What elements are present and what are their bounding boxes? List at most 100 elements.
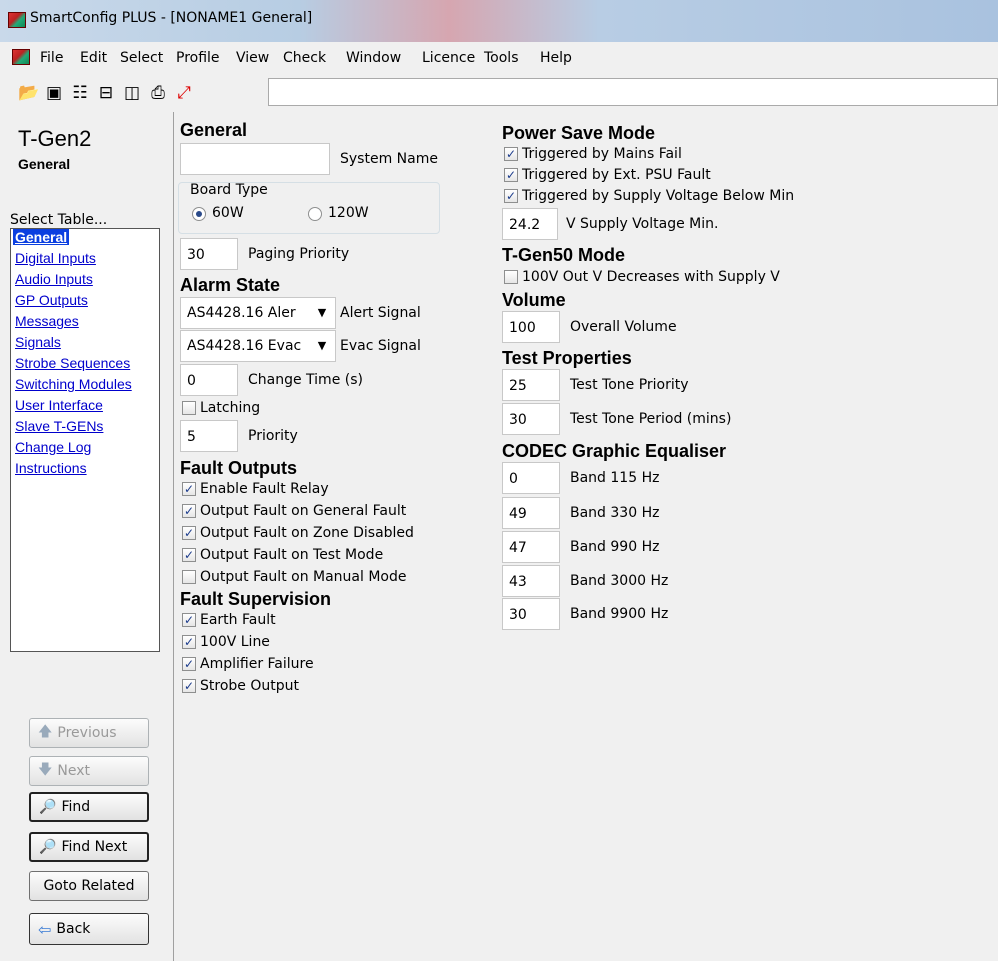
- menu-bar: File Edit Select Profile View Check Wind…: [0, 42, 998, 72]
- tgen50-checkbox[interactable]: [504, 270, 518, 284]
- menu-select[interactable]: Select: [120, 50, 163, 66]
- strobe-output-label: Strobe Output: [200, 678, 299, 694]
- goto-related-label: Goto Related: [43, 878, 135, 894]
- nav-user-interface[interactable]: User Interface: [15, 397, 103, 413]
- find-button[interactable]: 🔎 Find: [29, 792, 149, 822]
- band-9900-input[interactable]: 30: [502, 598, 560, 630]
- dropdown-arrow-icon: ▼: [309, 298, 335, 328]
- nav-slave-tgens[interactable]: Slave T-GENs: [15, 418, 103, 434]
- nav-general[interactable]: General: [13, 229, 70, 245]
- band-330-input[interactable]: 49: [502, 497, 560, 529]
- strobe-output-checkbox[interactable]: ✓: [182, 679, 196, 693]
- latching-checkbox[interactable]: [182, 401, 196, 415]
- tone-period-input[interactable]: 30: [502, 403, 560, 435]
- menu-tools[interactable]: Tools: [484, 50, 519, 66]
- resize-arrow-icon[interactable]: ⤢: [174, 84, 194, 102]
- previous-label: Previous: [57, 725, 117, 741]
- evac-signal-label: Evac Signal: [340, 338, 421, 354]
- fault-test-mode-label: Output Fault on Test Mode: [200, 547, 384, 563]
- radio-120w-label: 120W: [328, 205, 369, 221]
- fault-manual-mode-checkbox[interactable]: [182, 570, 196, 584]
- earth-fault-checkbox[interactable]: ✓: [182, 613, 196, 627]
- supply-voltage-checkbox[interactable]: ✓: [504, 189, 518, 203]
- enable-fault-relay-checkbox[interactable]: ✓: [182, 482, 196, 496]
- evac-signal-value: AS4428.16 Evac: [187, 338, 302, 354]
- find-next-button[interactable]: 🔎 Find Next: [29, 832, 149, 862]
- system-name-input[interactable]: [180, 143, 330, 175]
- back-button[interactable]: ⇦ Back: [29, 913, 149, 945]
- band-115-label: Band 115 Hz: [570, 470, 660, 486]
- fault-general-checkbox[interactable]: ✓: [182, 504, 196, 518]
- priority-label: Priority: [248, 428, 298, 444]
- band-990-label: Band 990 Hz: [570, 539, 660, 555]
- paging-priority-label: Paging Priority: [248, 246, 350, 262]
- radio-120w[interactable]: [308, 207, 322, 221]
- tone-period-label: Test Tone Period (mins): [570, 411, 732, 427]
- nav-messages[interactable]: Messages: [15, 313, 79, 329]
- nav-gp-outputs[interactable]: GP Outputs: [15, 292, 88, 308]
- supply-min-input[interactable]: 24.2: [502, 208, 558, 240]
- paging-priority-input[interactable]: 30: [180, 238, 238, 270]
- change-time-label: Change Time (s): [248, 372, 363, 388]
- dropdown-arrow-icon: ▼: [309, 331, 335, 361]
- mains-fail-checkbox[interactable]: ✓: [504, 147, 518, 161]
- band-3000-input[interactable]: 43: [502, 565, 560, 597]
- nav-switching-modules[interactable]: Switching Modules: [15, 376, 132, 392]
- fault-test-mode-checkbox[interactable]: ✓: [182, 548, 196, 562]
- previous-button[interactable]: 🡅 Previous: [29, 718, 149, 748]
- tile-horizontal-icon[interactable]: ⊟: [96, 84, 116, 102]
- band-990-input[interactable]: 47: [502, 531, 560, 563]
- overall-volume-label: Overall Volume: [570, 319, 677, 335]
- next-button[interactable]: 🡇 Next: [29, 756, 149, 786]
- menu-window[interactable]: Window: [346, 50, 401, 66]
- overall-volume-input[interactable]: 100: [502, 311, 560, 343]
- band-115-input[interactable]: 0: [502, 462, 560, 494]
- tone-priority-input[interactable]: 25: [502, 369, 560, 401]
- table-list: General Digital Inputs Audio Inputs GP O…: [10, 228, 160, 652]
- print-icon[interactable]: ⎙: [148, 84, 168, 102]
- menu-app-icon[interactable]: [12, 49, 30, 65]
- nav-signals[interactable]: Signals: [15, 334, 61, 350]
- nav-digital-inputs[interactable]: Digital Inputs: [15, 250, 96, 266]
- volume-heading: Volume: [502, 290, 566, 310]
- tile-vertical-icon[interactable]: ◫: [122, 84, 142, 102]
- menu-check[interactable]: Check: [283, 50, 326, 66]
- menu-view[interactable]: View: [236, 50, 269, 66]
- find-next-label: Find Next: [61, 839, 128, 855]
- evac-signal-select[interactable]: AS4428.16 Evac ▼: [180, 330, 336, 362]
- band-9900-label: Band 9900 Hz: [570, 606, 669, 622]
- alert-signal-select[interactable]: AS4428.16 Aler ▼: [180, 297, 336, 329]
- nav-audio-inputs[interactable]: Audio Inputs: [15, 271, 93, 287]
- nav-instructions[interactable]: Instructions: [15, 460, 87, 476]
- menu-help[interactable]: Help: [540, 50, 572, 66]
- psu-fault-checkbox[interactable]: ✓: [504, 168, 518, 182]
- fault-supervision-heading: Fault Supervision: [180, 589, 332, 609]
- open-folder-icon[interactable]: 📂: [18, 84, 39, 102]
- toolbar-input[interactable]: [268, 78, 998, 106]
- down-arrow-icon: 🡇: [38, 762, 53, 778]
- fault-zone-disabled-checkbox[interactable]: ✓: [182, 526, 196, 540]
- codec-heading: CODEC Graphic Equaliser: [502, 441, 727, 461]
- nav-change-log[interactable]: Change Log: [15, 439, 91, 455]
- line-100v-checkbox[interactable]: ✓: [182, 635, 196, 649]
- radio-60w[interactable]: [192, 207, 206, 221]
- goto-related-button[interactable]: Goto Related: [29, 871, 149, 901]
- menu-profile[interactable]: Profile: [176, 50, 220, 66]
- fault-manual-mode-label: Output Fault on Manual Mode: [200, 569, 407, 585]
- menu-edit[interactable]: Edit: [80, 50, 107, 66]
- line-100v-label: 100V Line: [200, 634, 270, 650]
- nav-strobe-sequences[interactable]: Strobe Sequences: [15, 355, 130, 371]
- alarm-state-heading: Alarm State: [180, 275, 281, 295]
- amplifier-failure-checkbox[interactable]: ✓: [182, 657, 196, 671]
- fault-general-label: Output Fault on General Fault: [200, 503, 407, 519]
- fault-zone-disabled-label: Output Fault on Zone Disabled: [200, 525, 414, 541]
- cascade-icon[interactable]: ☷: [70, 84, 90, 102]
- app-icon: [8, 12, 26, 28]
- menu-licence[interactable]: Licence: [422, 50, 475, 66]
- menu-file[interactable]: File: [40, 50, 63, 66]
- priority-input[interactable]: 5: [180, 420, 238, 452]
- save-icon[interactable]: ▣: [44, 84, 64, 102]
- general-heading: General: [180, 120, 248, 140]
- supply-voltage-label: Triggered by Supply Voltage Below Min: [522, 188, 795, 204]
- change-time-input[interactable]: 0: [180, 364, 238, 396]
